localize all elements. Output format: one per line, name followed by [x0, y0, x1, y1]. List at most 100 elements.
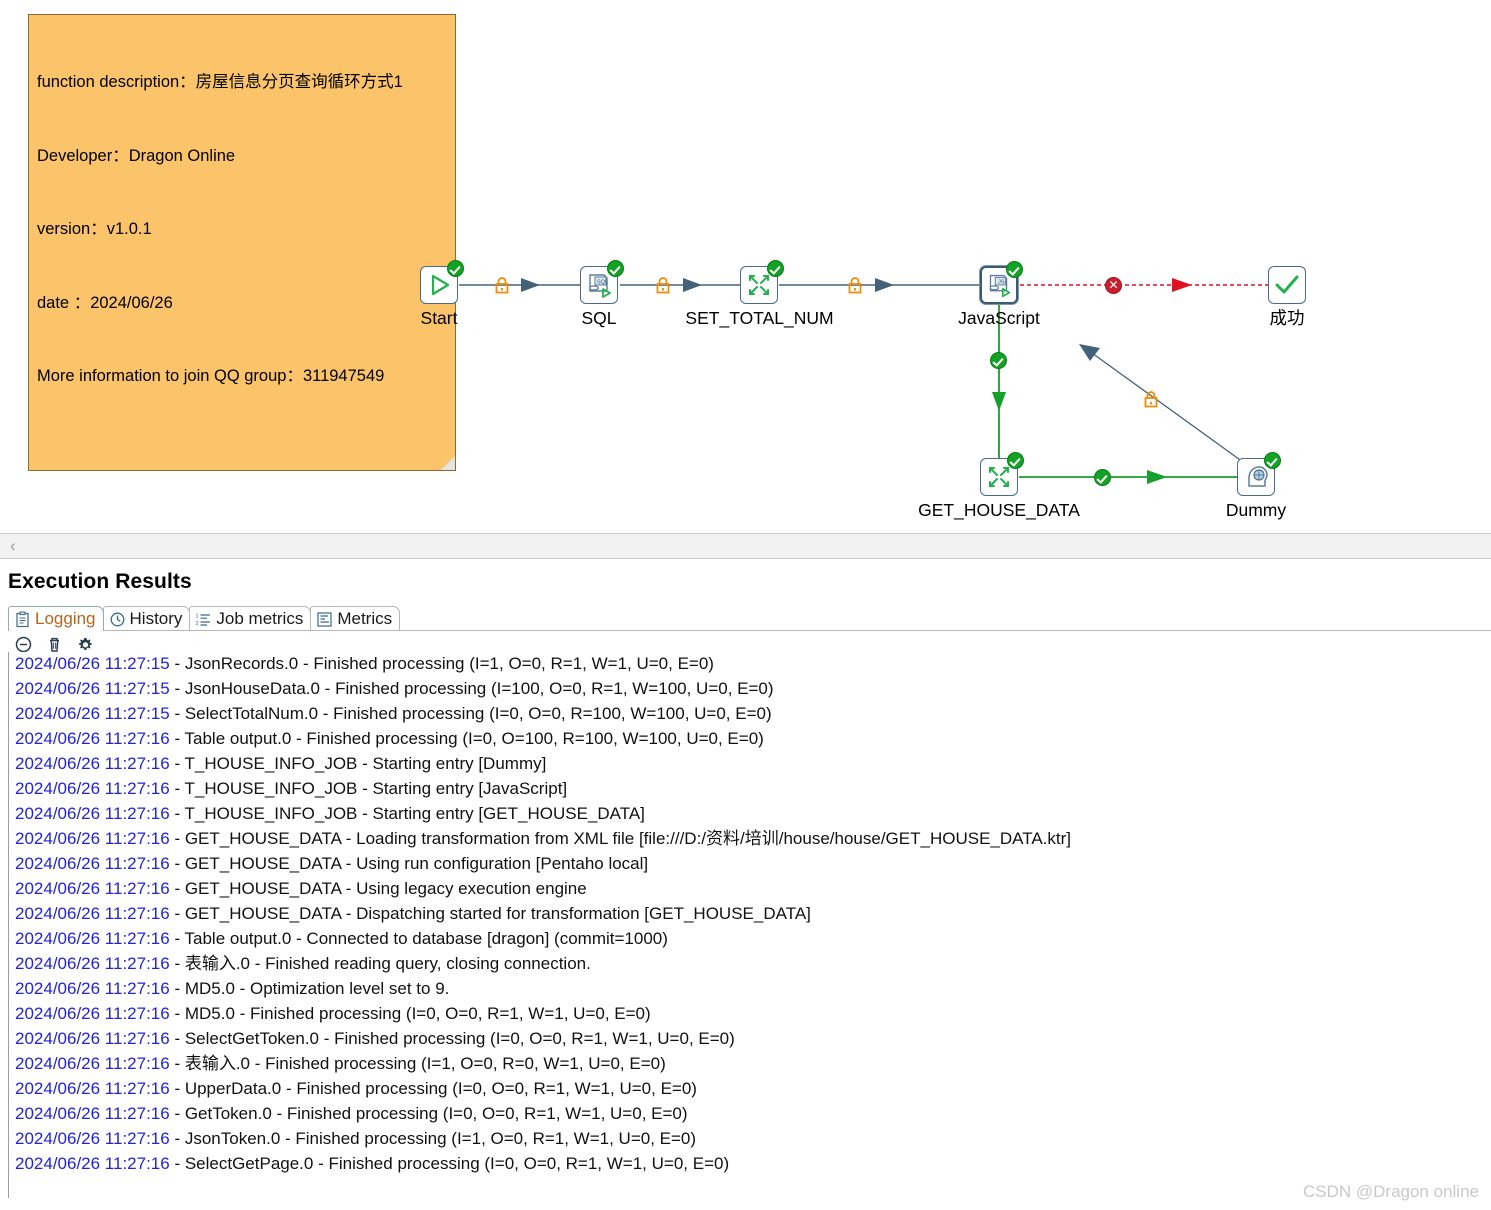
log-timestamp: 2024/06/26 11:27:15	[15, 704, 170, 723]
job-canvas[interactable]: function description：房屋信息分页查询循环方式1 Devel…	[0, 0, 1491, 533]
log-timestamp: 2024/06/26 11:27:16	[15, 854, 170, 873]
log-timestamp: 2024/06/26 11:27:16	[15, 829, 170, 848]
log-line[interactable]: 2024/06/26 11:27:16 - SelectGetPage.0 - …	[9, 1151, 1491, 1176]
log-line[interactable]: 2024/06/26 11:27:16 - Table output.0 - C…	[9, 926, 1491, 951]
job-entry-javascript[interactable]: JS	[980, 261, 1023, 304]
log-message: - 表输入.0 - Finished reading query, closin…	[169, 954, 591, 973]
log-line-list: 2024/06/26 11:27:15 - GetTotalNum.0 - Fi…	[9, 652, 1491, 1176]
log-line[interactable]: 2024/06/26 11:27:16 - SelectGetToken.0 -…	[9, 1026, 1491, 1051]
job-entry-start[interactable]	[420, 260, 464, 304]
svg-text:SQL: SQL	[597, 280, 608, 286]
log-message: - JsonHouseData.0 - Finished processing …	[169, 679, 774, 698]
log-message: - 表输入.0 - Finished processing (I=1, O=0,…	[169, 1054, 666, 1073]
status-ok-badge	[1006, 261, 1023, 278]
log-message: - Table output.0 - Connected to database…	[169, 929, 668, 948]
status-ok-badge	[1264, 452, 1281, 469]
results-tab-bar[interactable]: Logging History 1 2 Job metrics Metrics	[8, 605, 401, 631]
job-entry-get-house-data-label: GET_HOUSE_DATA	[918, 500, 1080, 520]
log-message: - MD5.0 - Optimization level set to 9.	[169, 979, 450, 998]
canvas-splitter[interactable]: ‹	[0, 533, 1491, 559]
log-timestamp: 2024/06/26 11:27:16	[15, 879, 170, 898]
log-timestamp: 2024/06/26 11:27:16	[15, 954, 170, 973]
hop-lock-icon[interactable]	[1143, 391, 1159, 408]
log-message: - T_HOUSE_INFO_JOB - Starting entry [Dum…	[169, 754, 547, 773]
log-line[interactable]: 2024/06/26 11:27:16 - 表输入.0 - Finished p…	[9, 1051, 1491, 1076]
log-line[interactable]: 2024/06/26 11:27:16 - JsonToken.0 - Fini…	[9, 1126, 1491, 1151]
tab-job-metrics[interactable]: 1 2 Job metrics	[189, 606, 312, 631]
page-title: Execution Results	[8, 570, 192, 593]
log-timestamp: 2024/06/26 11:27:15	[15, 679, 170, 698]
log-timestamp: 2024/06/26 11:27:15	[15, 654, 170, 673]
log-line[interactable]: 2024/06/26 11:27:16 - Table output.0 - F…	[9, 726, 1491, 751]
tab-metrics-label: Metrics	[337, 609, 393, 628]
log-timestamp: 2024/06/26 11:27:16	[15, 754, 170, 773]
job-entry-sql-label: SQL	[581, 308, 617, 328]
log-timestamp: 2024/06/26 11:27:16	[15, 929, 170, 948]
job-entry-sql[interactable]: SQL	[580, 260, 624, 304]
bar-chart-icon	[316, 611, 333, 628]
watermark-label: CSDN @Dragon online	[1302, 1182, 1479, 1201]
log-timestamp: 2024/06/26 11:27:16	[15, 779, 170, 798]
log-timestamp: 2024/06/26 11:27:16	[15, 729, 170, 748]
log-message: - GET_HOUSE_DATA - Dispatching started f…	[169, 904, 811, 923]
log-line[interactable]: 2024/06/26 11:27:15 - JsonHouseData.0 - …	[9, 676, 1491, 701]
job-entry-set-total-num-label: SET_TOTAL_NUM	[685, 308, 834, 328]
job-entry-success[interactable]	[1268, 266, 1306, 304]
hop-lock-icon[interactable]	[847, 277, 863, 294]
log-timestamp: 2024/06/26 11:27:16	[15, 1129, 170, 1148]
log-message: - GET_HOUSE_DATA - Using legacy executio…	[169, 879, 587, 898]
job-entry-set-total-num[interactable]	[740, 260, 784, 304]
log-message: - SelectTotalNum.0 - Finished processing…	[169, 704, 772, 723]
log-line[interactable]: 2024/06/26 11:27:16 - T_HOUSE_INFO_JOB -…	[9, 751, 1491, 776]
tab-metrics[interactable]: Metrics	[310, 606, 401, 631]
log-line[interactable]: 2024/06/26 11:27:16 - GET_HOUSE_DATA - D…	[9, 901, 1491, 926]
log-timestamp: 2024/06/26 11:27:16	[15, 1104, 170, 1123]
log-line[interactable]: 2024/06/26 11:27:16 - UpperData.0 - Fini…	[9, 1076, 1491, 1101]
job-entry-success-label: 成功	[1269, 308, 1305, 328]
job-entry-dummy[interactable]	[1237, 452, 1281, 496]
svg-text:2: 2	[196, 621, 199, 627]
log-message: - GetToken.0 - Finished processing (I=0,…	[169, 1104, 688, 1123]
tab-underline	[8, 630, 1491, 631]
hop-error-icon[interactable]: ✕	[1105, 277, 1122, 294]
log-line[interactable]: 2024/06/26 11:27:16 - T_HOUSE_INFO_JOB -…	[9, 776, 1491, 801]
job-entry-javascript-label: JavaScript	[958, 308, 1040, 328]
tab-history[interactable]: History	[102, 606, 191, 631]
log-line[interactable]: 2024/06/26 11:27:15 - SelectTotalNum.0 -…	[9, 701, 1491, 726]
job-entry-get-house-data[interactable]	[980, 452, 1024, 496]
list-number-icon: 1 2	[195, 611, 212, 628]
hop-ok-icon[interactable]	[1094, 469, 1111, 486]
log-timestamp: 2024/06/26 11:27:16	[15, 1054, 170, 1073]
log-message: - T_HOUSE_INFO_JOB - Starting entry [GET…	[169, 804, 645, 823]
log-line[interactable]: 2024/06/26 11:27:16 - MD5.0 - Optimizati…	[9, 976, 1491, 1001]
log-output-panel[interactable]: 2024/06/26 11:27:15 - GetTotalNum.0 - Fi…	[8, 652, 1491, 1198]
hop-ok-icon[interactable]	[990, 352, 1007, 369]
tab-logging[interactable]: Logging	[8, 606, 104, 631]
log-line[interactable]: 2024/06/26 11:27:16 - GetToken.0 - Finis…	[9, 1101, 1491, 1126]
checkmark-icon	[1275, 275, 1299, 294]
status-ok-badge	[1007, 452, 1024, 469]
log-timestamp: 2024/06/26 11:27:16	[15, 1154, 170, 1173]
status-ok-badge	[607, 260, 624, 277]
log-message: - Table output.0 - Finished processing (…	[169, 729, 764, 748]
hop-lock-icon[interactable]	[494, 277, 510, 294]
log-message: - T_HOUSE_INFO_JOB - Starting entry [Jav…	[169, 779, 568, 798]
log-line[interactable]: 2024/06/26 11:27:16 - T_HOUSE_INFO_JOB -…	[9, 801, 1491, 826]
hop-lock-icon[interactable]	[655, 277, 671, 294]
log-message: - SelectGetPage.0 - Finished processing …	[169, 1154, 730, 1173]
log-line[interactable]: 2024/06/26 11:27:16 - GET_HOUSE_DATA - U…	[9, 876, 1491, 901]
log-message: - MD5.0 - Finished processing (I=0, O=0,…	[169, 1004, 651, 1023]
log-line[interactable]: 2024/06/26 11:27:16 - GET_HOUSE_DATA - U…	[9, 851, 1491, 876]
tab-job-metrics-label: Job metrics	[216, 609, 304, 628]
log-line[interactable]: 2024/06/26 11:27:16 - GET_HOUSE_DATA - L…	[9, 826, 1491, 851]
log-timestamp: 2024/06/26 11:27:16	[15, 1004, 170, 1023]
log-line[interactable]: 2024/06/26 11:27:16 - MD5.0 - Finished p…	[9, 1001, 1491, 1026]
status-ok-badge	[447, 260, 464, 277]
log-line[interactable]: 2024/06/26 11:27:16 - 表输入.0 - Finished r…	[9, 951, 1491, 976]
log-message: - GET_HOUSE_DATA - Loading transformatio…	[169, 829, 1072, 848]
svg-text:1: 1	[196, 613, 199, 619]
log-line[interactable]: 2024/06/26 11:27:15 - JsonRecords.0 - Fi…	[9, 652, 1491, 676]
job-entry-dummy-label: Dummy	[1225, 500, 1287, 520]
chevron-left-icon[interactable]: ‹	[10, 537, 16, 555]
log-message: - JsonToken.0 - Finished processing (I=1…	[169, 1129, 697, 1148]
